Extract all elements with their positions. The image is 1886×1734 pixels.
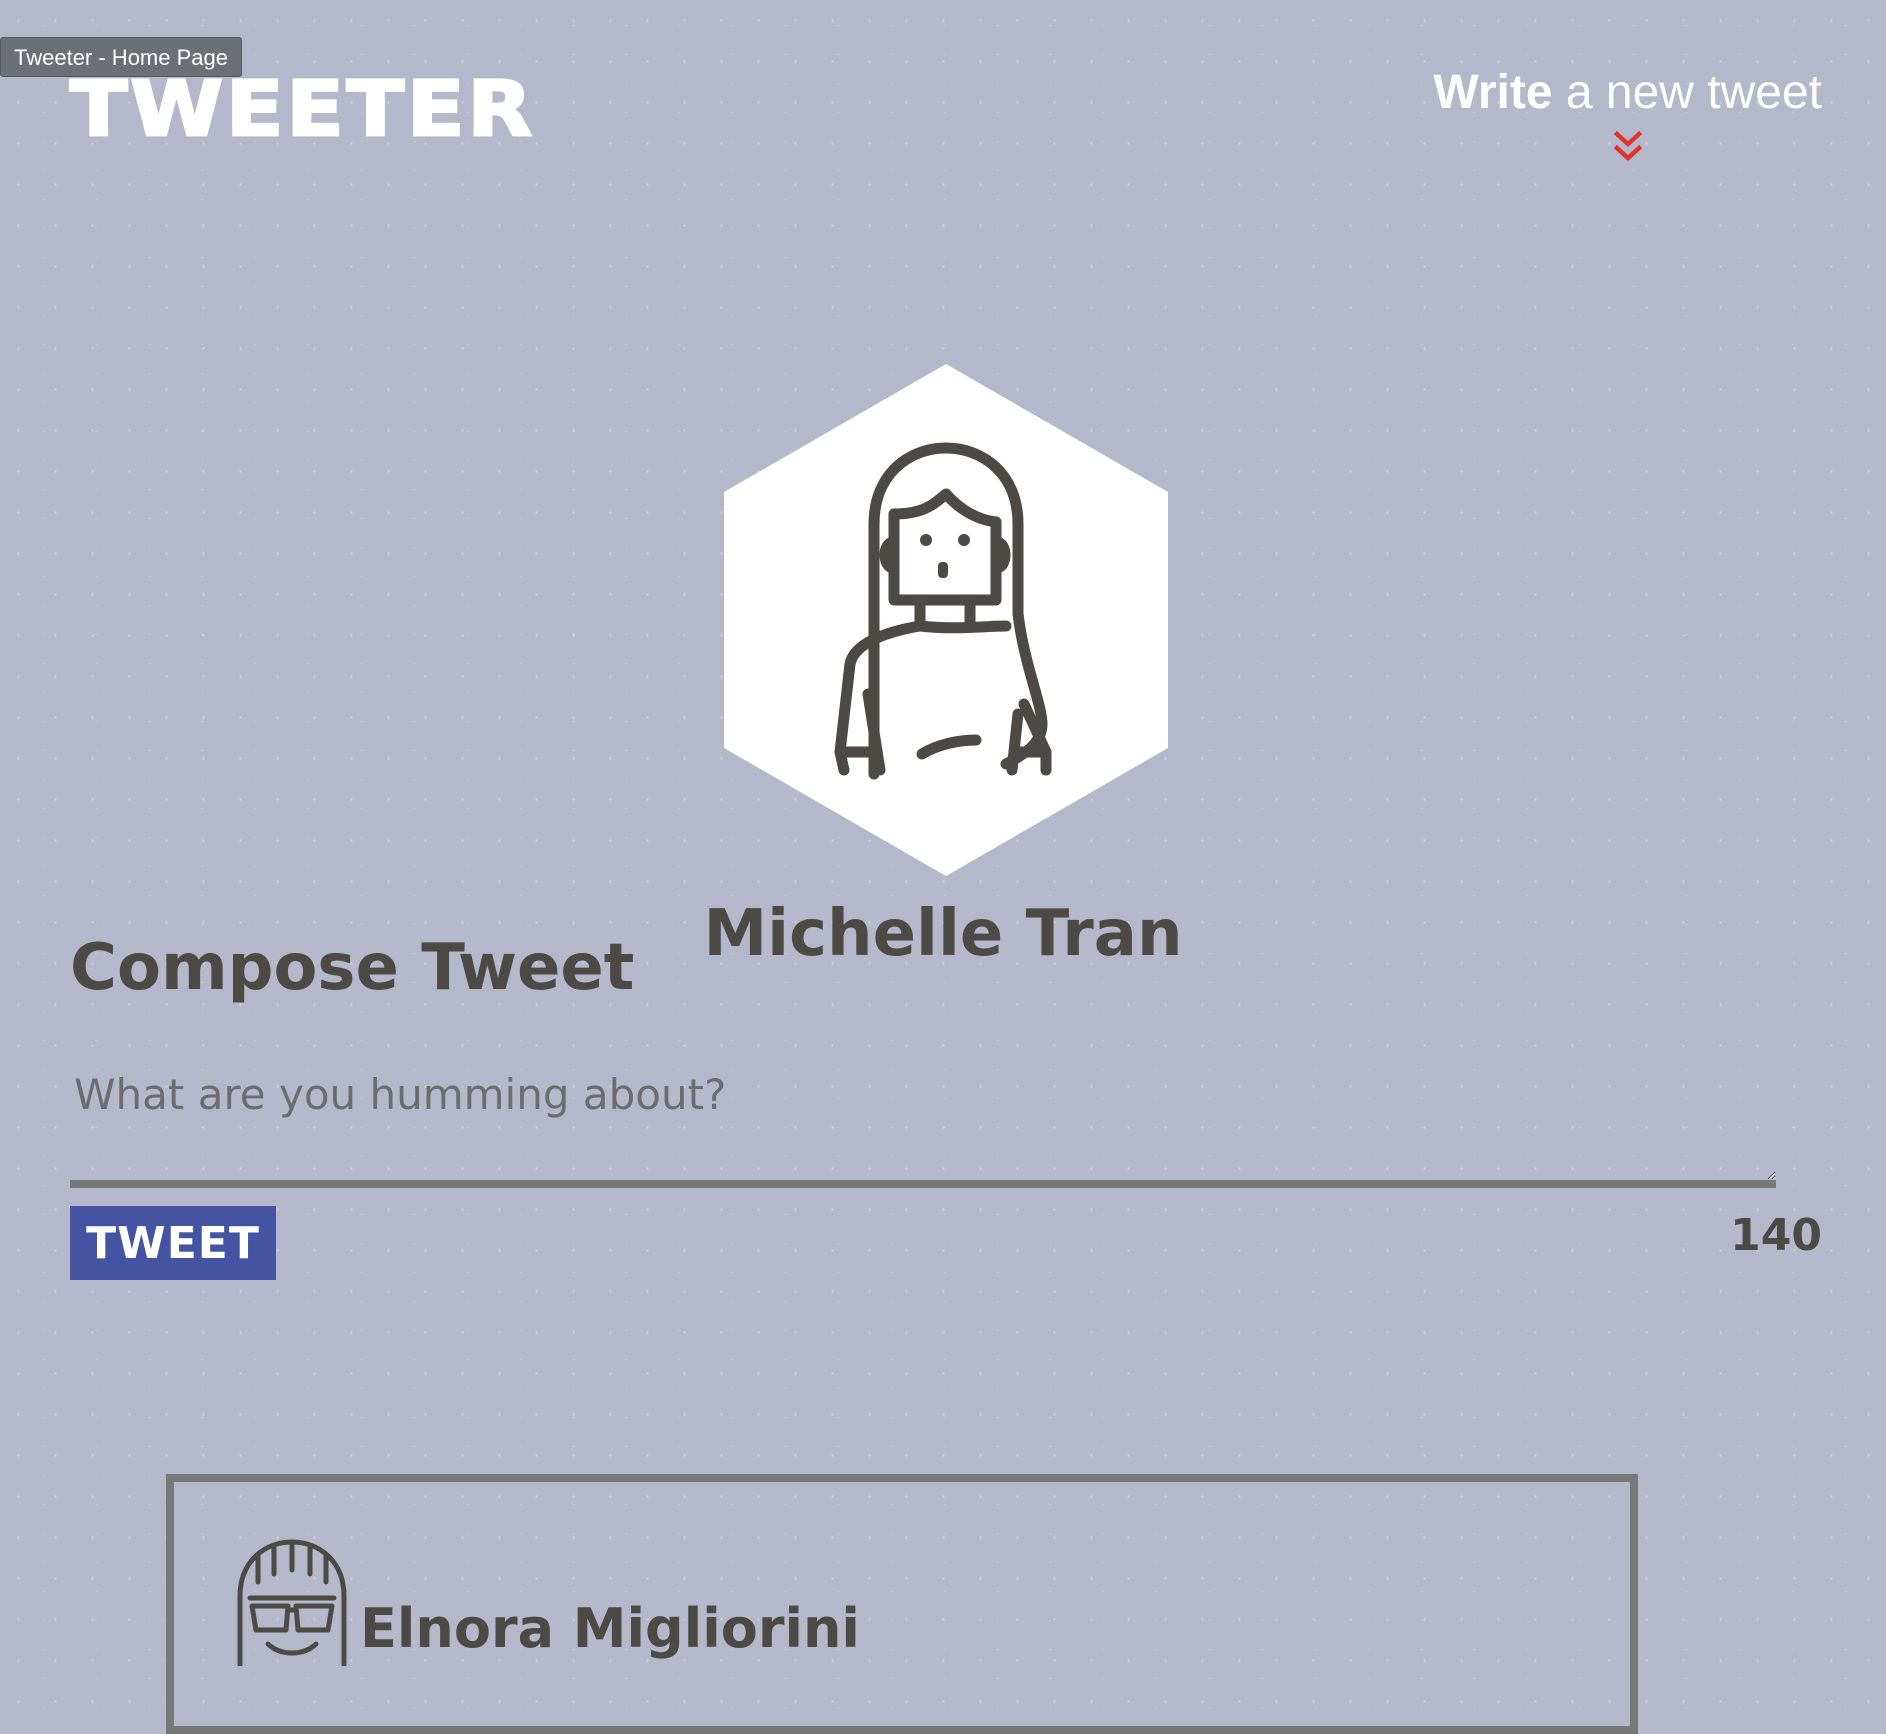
tweet-textarea[interactable] bbox=[70, 1062, 1776, 1188]
character-counter: 140 bbox=[1730, 1210, 1822, 1261]
write-new-tweet-toggle[interactable]: Write a new tweet bbox=[1433, 64, 1822, 164]
window-title-tooltip: Tweeter - Home Page bbox=[0, 37, 242, 77]
tweet-button[interactable]: TWEET bbox=[70, 1206, 276, 1280]
compose-title: Compose Tweet bbox=[70, 931, 635, 1005]
tweet-author-name: Elnora Migliorini bbox=[360, 1597, 860, 1660]
double-chevron-down-icon[interactable] bbox=[1613, 130, 1642, 164]
nav-write-rest: a new tweet bbox=[1552, 66, 1822, 119]
nav-write-strong: Write bbox=[1433, 66, 1553, 119]
female-user-avatar-icon bbox=[724, 364, 1168, 876]
tweet-card: Elnora Migliorini bbox=[166, 1474, 1638, 1734]
sunglasses-user-avatar-icon bbox=[237, 1539, 347, 1666]
